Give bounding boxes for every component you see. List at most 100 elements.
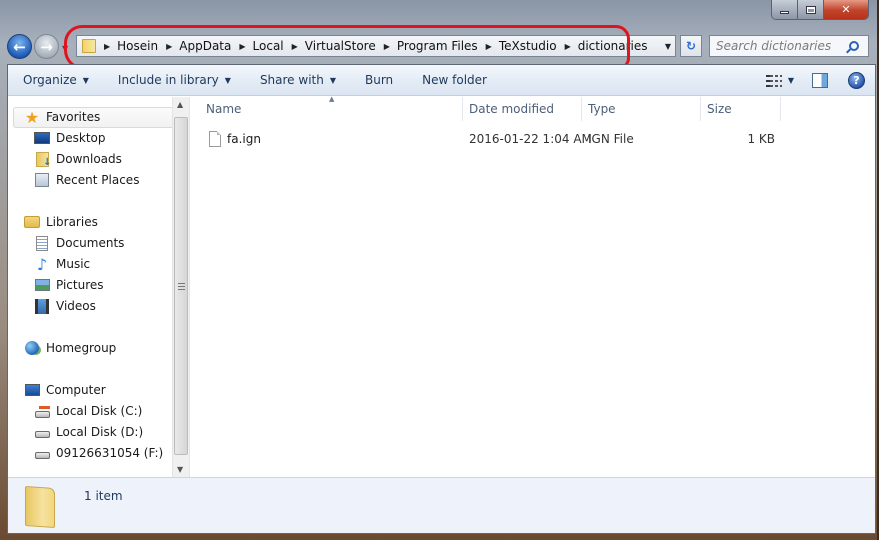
breadcrumb-item[interactable]: ▶ dictionaries: [557, 39, 648, 53]
maximize-icon: [805, 5, 816, 14]
sidebar-label: Local Disk (C:): [56, 404, 143, 418]
scrollbar-grip-icon: [178, 283, 185, 290]
breadcrumb-separator-icon[interactable]: ▶: [166, 42, 172, 51]
sidebar-item-favorites[interactable]: ★ Favorites: [24, 108, 100, 127]
breadcrumb-separator-icon[interactable]: ▶: [239, 42, 245, 51]
sidebar-item-computer[interactable]: Computer: [24, 382, 106, 398]
view-options-dropdown[interactable]: ▼: [788, 76, 794, 85]
file-name-cell[interactable]: fa.ign: [209, 129, 261, 149]
breadcrumb-separator-icon[interactable]: ▶: [292, 42, 298, 51]
sidebar-label: Recent Places: [56, 173, 140, 187]
burn-button[interactable]: Burn: [350, 73, 393, 87]
scrollbar-thumb[interactable]: [174, 117, 188, 455]
new-folder-button[interactable]: New folder: [407, 73, 487, 87]
minimize-button[interactable]: [772, 0, 798, 19]
sidebar-label: Desktop: [56, 131, 106, 145]
chevron-down-icon: ▼: [329, 75, 336, 85]
breadcrumb-texstudio[interactable]: TeXstudio: [499, 39, 557, 53]
column-header-name[interactable]: ▲ Name: [190, 95, 463, 121]
sidebar-item-documents[interactable]: Documents: [34, 235, 124, 251]
search-input[interactable]: [710, 39, 845, 53]
sidebar-item-local-disk-d[interactable]: Local Disk (D:): [34, 424, 143, 440]
column-header-type[interactable]: Type: [582, 97, 701, 121]
share-with-label: Share with: [259, 73, 324, 87]
sidebar-item-pictures[interactable]: Pictures: [34, 277, 104, 293]
column-label: Date modified: [469, 102, 555, 116]
breadcrumb-dictionaries[interactable]: dictionaries: [578, 39, 648, 53]
recent-pages-dropdown[interactable]: ▼: [62, 44, 68, 53]
sidebar-label: Videos: [56, 299, 96, 313]
file-row[interactable]: fa.ign 2016-01-22 1:04 AM IGN File 1 KB: [190, 129, 875, 149]
sidebar-item-downloads[interactable]: ↓ Downloads: [34, 151, 122, 168]
change-view-icon[interactable]: [765, 74, 782, 88]
sidebar-item-desktop[interactable]: Desktop: [34, 130, 106, 146]
downloads-icon: ↓: [34, 151, 52, 168]
sidebar-label: Local Disk (D:): [56, 425, 144, 439]
folder-icon: [82, 39, 96, 53]
drive-icon: [34, 445, 50, 461]
column-label: Name: [206, 102, 242, 116]
sidebar-item-music[interactable]: ♪ Music: [34, 255, 91, 274]
desktop-icon: [34, 130, 50, 146]
breadcrumb-separator-icon[interactable]: ▶: [384, 42, 390, 51]
breadcrumb-item[interactable]: ▶ Program Files: [376, 39, 478, 53]
breadcrumb-item[interactable]: ▶ TeXstudio: [478, 39, 557, 53]
close-button[interactable]: ✕: [824, 0, 868, 19]
breadcrumb-item[interactable]: ▶ VirtualStore: [284, 39, 376, 53]
search-icon[interactable]: [849, 41, 859, 51]
maximize-button[interactable]: [798, 0, 824, 19]
libraries-icon: [24, 214, 40, 230]
preview-pane-icon[interactable]: [812, 73, 828, 88]
include-in-library-button[interactable]: Include in library ▼: [103, 73, 231, 87]
navigation-pane-scrollbar[interactable]: ▲ ▼: [172, 97, 189, 477]
explorer-client-area: Organize ▼ Include in library ▼ Share with…: [7, 64, 876, 534]
computer-icon: [24, 382, 40, 398]
share-with-button[interactable]: Share with ▼: [245, 73, 336, 87]
sidebar-item-homegroup[interactable]: Homegroup: [24, 340, 116, 356]
breadcrumb-item[interactable]: ▶ AppData: [158, 39, 231, 53]
sidebar-label: Music: [56, 257, 91, 271]
caption-buttons: ✕: [771, 0, 869, 20]
forward-button[interactable]: →: [34, 34, 59, 59]
breadcrumb-item[interactable]: ▶ Local: [231, 39, 283, 53]
breadcrumb-local[interactable]: Local: [253, 39, 284, 53]
breadcrumb-item[interactable]: ▶ Hosein: [96, 39, 158, 53]
sidebar-item-local-disk-c[interactable]: Local Disk (C:): [34, 403, 142, 419]
scroll-up-arrow-icon[interactable]: ▲: [177, 100, 183, 109]
breadcrumb-virtualstore[interactable]: VirtualStore: [305, 39, 376, 53]
back-button[interactable]: ←: [7, 34, 32, 59]
address-history-dropdown[interactable]: ▼: [665, 42, 671, 51]
column-header-date-modified[interactable]: Date modified: [463, 97, 582, 121]
breadcrumb-program-files[interactable]: Program Files: [397, 39, 478, 53]
search-box[interactable]: [709, 35, 869, 57]
breadcrumb-separator-icon[interactable]: ▶: [565, 42, 571, 51]
breadcrumb-separator-icon[interactable]: ▶: [104, 42, 110, 51]
sidebar-item-videos[interactable]: Videos: [34, 298, 96, 314]
date-modified-cell: 2016-01-22 1:04 AM: [469, 132, 592, 146]
file-list: ▲ Name Date modified Type Size fa.ign 20…: [190, 95, 875, 477]
sidebar-label: 09126631054 (F:): [56, 446, 164, 460]
column-header-size[interactable]: Size: [701, 97, 781, 121]
system-drive-icon: [34, 403, 50, 419]
forward-arrow-icon: →: [40, 37, 53, 56]
sidebar-item-drive-f[interactable]: 09126631054 (F:): [34, 445, 163, 461]
sidebar-label: Pictures: [56, 278, 104, 292]
help-icon[interactable]: ?: [848, 72, 865, 89]
scroll-down-arrow-icon[interactable]: ▼: [177, 465, 183, 474]
sidebar-item-recent-places[interactable]: Recent Places: [34, 172, 139, 188]
command-bar: Organize ▼ Include in library ▼ Share with…: [8, 65, 875, 96]
breadcrumb-hosein[interactable]: Hosein: [117, 39, 158, 53]
address-bar[interactable]: ▶ Hosein ▶ AppData ▶ Local ▶ VirtualStore ▶ P…: [76, 35, 676, 57]
burn-label: Burn: [365, 73, 394, 87]
sidebar-label: Documents: [56, 236, 125, 250]
refresh-button[interactable]: ↻: [680, 35, 702, 57]
breadcrumb-appdata[interactable]: AppData: [179, 39, 231, 53]
documents-icon: [34, 235, 50, 251]
organize-button[interactable]: Organize ▼: [8, 73, 89, 87]
include-in-library-label: Include in library: [117, 73, 219, 87]
sidebar-item-libraries[interactable]: Libraries: [24, 214, 98, 230]
title-bar[interactable]: ✕: [0, 0, 879, 28]
folder-icon: [25, 485, 55, 529]
recent-places-icon: [34, 172, 50, 188]
breadcrumb-separator-icon[interactable]: ▶: [486, 42, 492, 51]
